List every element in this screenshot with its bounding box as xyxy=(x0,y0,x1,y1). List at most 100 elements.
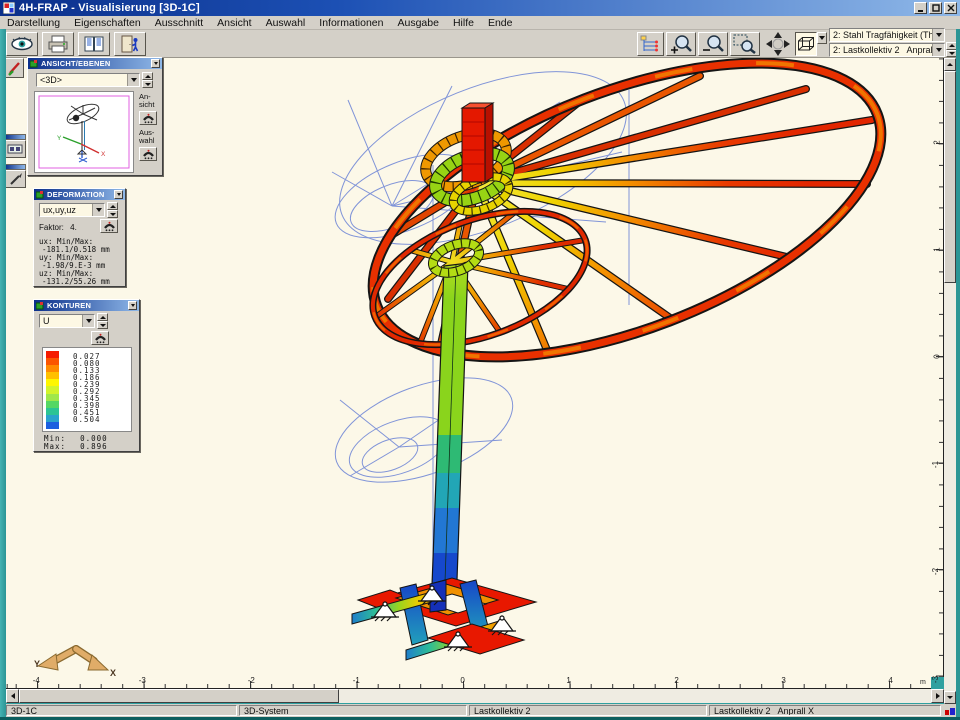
menu-eigenschaften[interactable]: Eigenschaften xyxy=(67,17,148,29)
hub-top-box xyxy=(462,103,493,182)
ansicht-panel-titlebar[interactable]: ANSICHT/EBENEN xyxy=(28,58,162,69)
menu-ausgabe[interactable]: Ausgabe xyxy=(391,17,446,29)
minimize-button[interactable] xyxy=(914,2,927,14)
deformation-apply-button[interactable] xyxy=(100,219,118,233)
panel-icon xyxy=(36,191,44,199)
menu-ausschnitt[interactable]: Ausschnitt xyxy=(148,17,210,29)
loadcase-combo-arrow[interactable] xyxy=(932,44,944,56)
axis-y-label: Y xyxy=(34,659,40,669)
deformation-panel-close-button[interactable] xyxy=(114,190,123,199)
spin-down[interactable] xyxy=(107,210,118,218)
vertical-scroll-thumb[interactable] xyxy=(944,71,956,283)
horizontal-scrollbar[interactable] xyxy=(6,689,944,703)
spin-up[interactable] xyxy=(97,313,108,321)
menu-ansicht[interactable]: Ansicht xyxy=(210,17,258,29)
mini-panel-pen xyxy=(4,164,26,188)
arrow-up-icon xyxy=(145,75,151,78)
ansicht-panel: ANSICHT/EBENEN <3D> Y X xyxy=(27,57,163,176)
panel-icon xyxy=(30,60,38,68)
legend-values: 0.0270.080 0.1330.186 0.2390.292 0.3450.… xyxy=(73,353,101,424)
deformation-panel-titlebar[interactable]: DEFORMATION xyxy=(34,189,125,200)
view-3d-box-button[interactable] xyxy=(795,32,817,56)
result-combo-arrow[interactable] xyxy=(932,29,944,41)
spin-down[interactable] xyxy=(97,321,108,329)
deformation-combo[interactable]: ux,uy,uz xyxy=(39,203,105,217)
spin-up[interactable] xyxy=(107,202,118,210)
maximize-button[interactable] xyxy=(929,2,942,14)
konturen-combo[interactable]: U xyxy=(39,314,95,328)
scroll-down-button[interactable] xyxy=(944,691,956,704)
print-button[interactable] xyxy=(42,32,74,56)
annotate-button[interactable] xyxy=(4,170,26,188)
view-select-arrow[interactable] xyxy=(127,74,139,86)
tree-list-icon xyxy=(640,35,661,53)
base-assembly xyxy=(352,578,536,660)
konturen-apply-button[interactable] xyxy=(91,331,109,345)
status-system: 3D-System xyxy=(239,705,467,716)
view-select-spinner[interactable] xyxy=(142,72,153,88)
legend-swatch xyxy=(46,386,59,393)
view-select-combo[interactable]: <3D> xyxy=(36,73,140,87)
menu-auswahl[interactable]: Auswahl xyxy=(259,17,313,29)
view-button[interactable] xyxy=(6,32,38,56)
draw-mode-button[interactable] xyxy=(4,58,24,78)
pan-button[interactable] xyxy=(762,31,794,57)
scroll-up-button[interactable] xyxy=(944,58,956,71)
zoom-window-icon xyxy=(733,34,757,54)
arrow-down-icon xyxy=(947,696,953,699)
spin-up[interactable] xyxy=(142,72,153,80)
auswahl-apply-button[interactable] xyxy=(139,147,157,161)
structure-tree-button[interactable] xyxy=(637,32,664,56)
ansicht-action-label: An- sicht xyxy=(139,93,154,109)
menu-darstellung[interactable]: Darstellung xyxy=(0,17,67,29)
app-icon xyxy=(3,2,15,14)
konturen-panel-close-button[interactable] xyxy=(128,301,137,310)
horizontal-scroll-thumb[interactable] xyxy=(19,689,339,703)
pencil-icon xyxy=(6,60,22,76)
catalog-button[interactable] xyxy=(78,32,110,56)
view-3d-dropdown-button[interactable] xyxy=(817,32,827,44)
scroll-left-button[interactable] xyxy=(6,689,19,703)
result-combo[interactable]: 2: Stahl Tragfähigkeit (Th. 2. O xyxy=(829,28,945,42)
konturen-panel-title: KONTUREN xyxy=(47,301,128,310)
legend-max-label: Max: xyxy=(44,442,66,451)
desktop-strip-left xyxy=(0,29,6,720)
konturen-panel-titlebar[interactable]: KONTUREN xyxy=(34,300,139,311)
panel-icon xyxy=(36,302,44,310)
zoom-out-button[interactable] xyxy=(698,32,728,56)
umbrella-dots-icon xyxy=(142,149,155,160)
zoom-window-button[interactable] xyxy=(730,32,760,56)
minimize-icon xyxy=(917,5,924,12)
ansicht-apply-button[interactable] xyxy=(139,111,157,125)
konturen-spinner[interactable] xyxy=(97,313,108,329)
zoom-in-button[interactable] xyxy=(666,32,696,56)
collapse-icon xyxy=(131,304,135,307)
status-model: 3D-1C xyxy=(6,705,237,716)
menu-ende[interactable]: Ende xyxy=(481,17,520,29)
uz-value: -131.2/55.26 mm xyxy=(39,278,110,286)
menu-hilfe[interactable]: Hilfe xyxy=(446,17,481,29)
book-icon xyxy=(82,35,106,53)
menu-informationen[interactable]: Informationen xyxy=(312,17,390,29)
umbrella-dots-icon xyxy=(103,221,116,232)
konturen-combo-arrow[interactable] xyxy=(82,315,94,327)
deformation-spinner[interactable] xyxy=(107,202,118,218)
chevron-down-icon xyxy=(131,78,137,82)
zoom-out-icon xyxy=(701,34,725,54)
scroll-right-button[interactable] xyxy=(931,689,944,703)
deformation-combo-arrow[interactable] xyxy=(92,204,104,216)
pan-arrows-icon xyxy=(762,31,794,57)
mast xyxy=(431,263,468,612)
app-window: 4H-FRAP - Visualisierung [3D-1C] Darstel… xyxy=(0,0,960,720)
loadcase-combo[interactable]: 2: Lastkollektiv 2 Anprall X xyxy=(829,43,945,57)
legend-swatch xyxy=(46,351,59,358)
vertical-scrollbar[interactable] xyxy=(944,58,956,704)
close-button[interactable] xyxy=(944,2,957,14)
faktor-label: Faktor: xyxy=(39,223,64,232)
legend-swatch xyxy=(46,379,59,386)
deformation-panel: DEFORMATION ux,uy,uz Faktor: 4. ux: Min/… xyxy=(33,188,126,287)
display-values-button[interactable] xyxy=(4,140,26,158)
ansicht-panel-close-button[interactable] xyxy=(151,59,160,68)
exit-button[interactable] xyxy=(114,32,146,56)
spin-down[interactable] xyxy=(142,80,153,88)
